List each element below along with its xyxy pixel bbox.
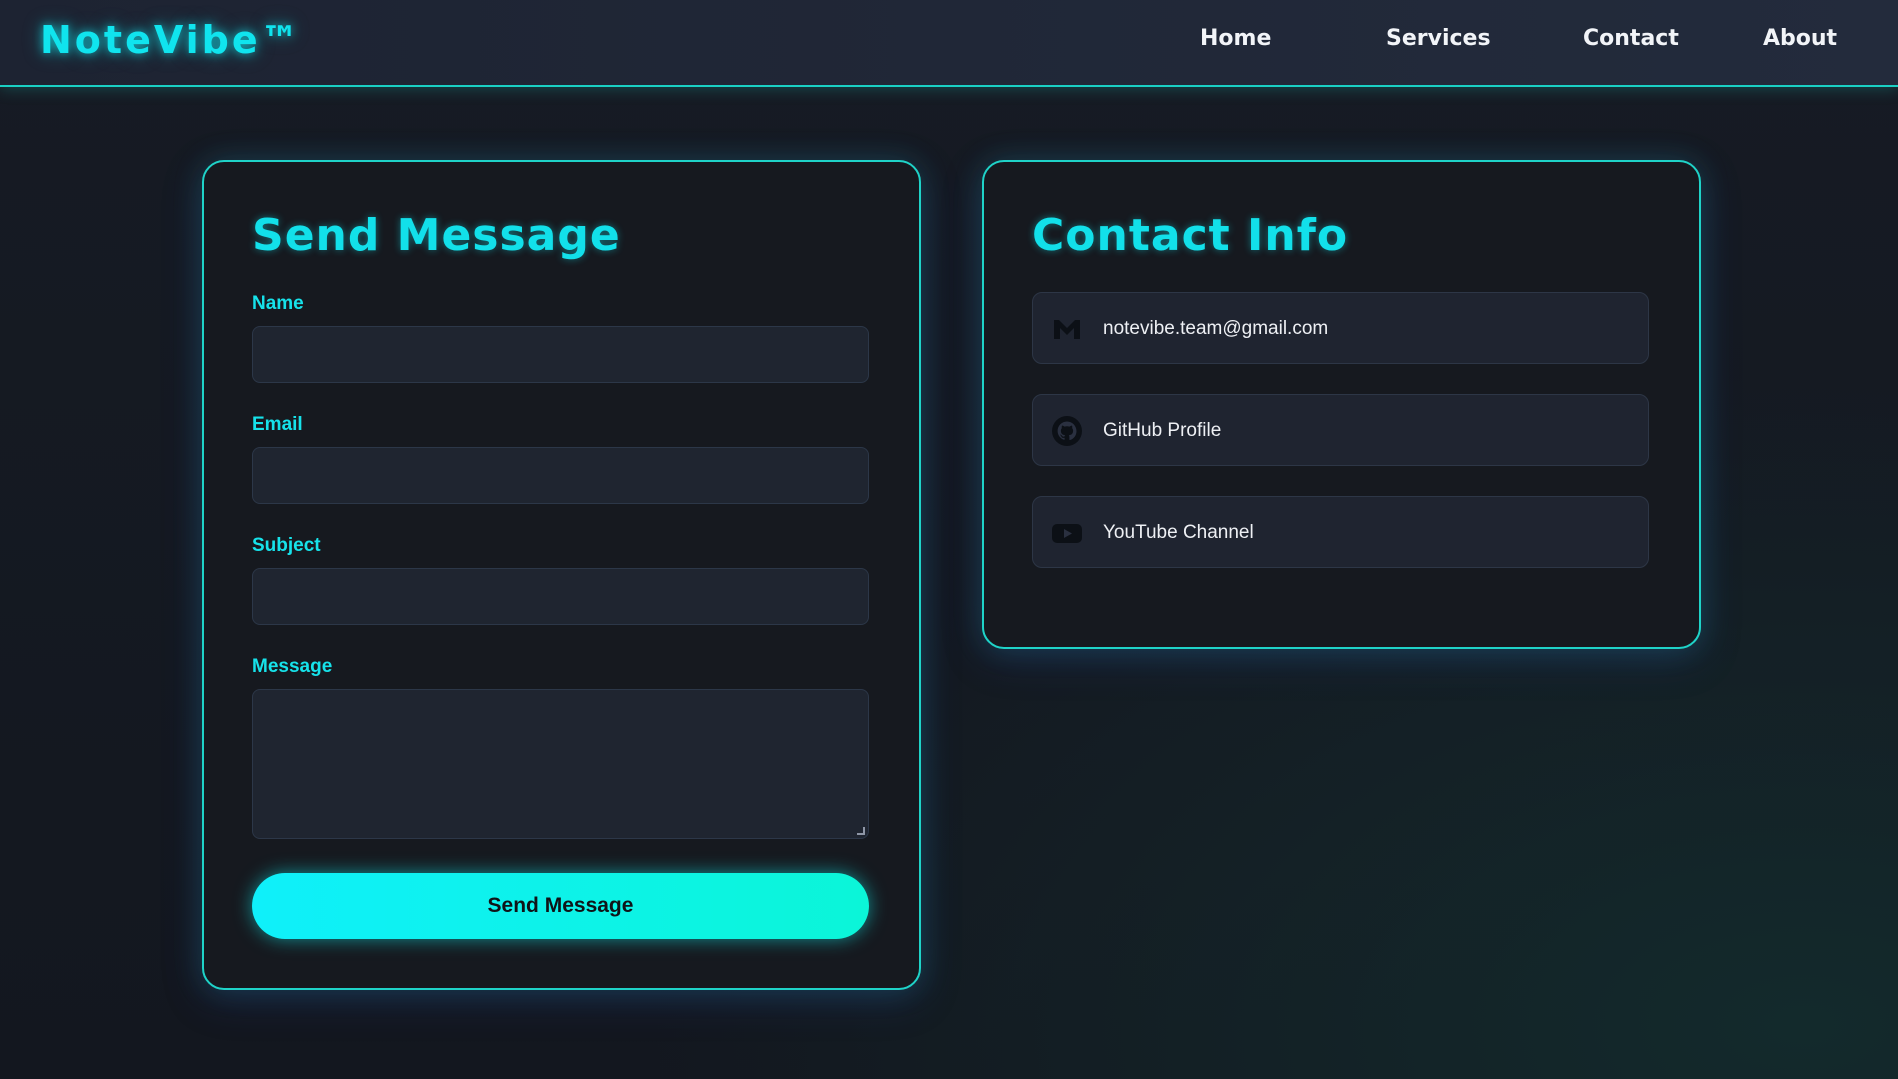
subject-input[interactable] <box>253 569 868 624</box>
navbar: NoteVibe™ Home Services Contact About <box>0 0 1898 87</box>
contact-item-github[interactable]: GitHub Profile <box>1032 394 1649 466</box>
name-input[interactable] <box>253 327 868 382</box>
nav-link-about[interactable]: About <box>1763 26 1837 51</box>
contact-email-text: notevibe.team@gmail.com <box>1103 318 1329 339</box>
resize-grip-icon[interactable] <box>857 827 865 835</box>
contact-github-text: GitHub Profile <box>1103 420 1222 441</box>
email-input[interactable] <box>253 448 868 503</box>
email-field[interactable] <box>252 447 869 504</box>
send-message-button[interactable]: Send Message <box>252 873 869 939</box>
youtube-icon <box>1051 517 1083 549</box>
message-field[interactable] <box>252 689 869 839</box>
contact-item-email[interactable]: notevibe.team@gmail.com <box>1032 292 1649 364</box>
name-field[interactable] <box>252 326 869 383</box>
send-message-title: Send Message <box>252 210 621 261</box>
subject-field[interactable] <box>252 568 869 625</box>
email-label: Email <box>252 414 303 435</box>
name-label: Name <box>252 293 304 314</box>
subject-label: Subject <box>252 535 321 556</box>
brand-logo[interactable]: NoteVibe™ <box>40 18 302 62</box>
nav-link-contact[interactable]: Contact <box>1583 26 1679 51</box>
github-icon <box>1051 415 1083 447</box>
message-label: Message <box>252 656 333 677</box>
contact-youtube-text: YouTube Channel <box>1103 522 1254 543</box>
nav-link-services[interactable]: Services <box>1386 26 1491 51</box>
contact-item-youtube[interactable]: YouTube Channel <box>1032 496 1649 568</box>
gmail-icon <box>1051 313 1083 345</box>
message-textarea[interactable] <box>253 690 868 838</box>
contact-info-title: Contact Info <box>1032 210 1349 261</box>
nav-link-home[interactable]: Home <box>1200 26 1271 51</box>
